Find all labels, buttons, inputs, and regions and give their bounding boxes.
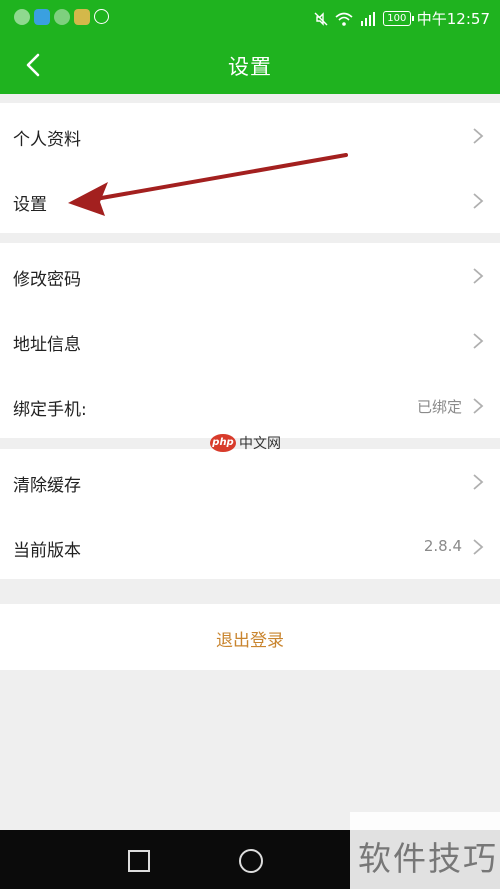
mute-icon <box>314 11 328 26</box>
row-change-password[interactable]: 修改密码 <box>0 243 500 308</box>
row-label: 清除缓存 <box>13 476 81 496</box>
notification-icons <box>14 9 109 25</box>
watermark-php: php 中文网 <box>210 433 281 453</box>
row-label: 当前版本 <box>13 541 81 561</box>
wifi-icon <box>335 12 353 26</box>
php-logo: php <box>210 434 236 452</box>
chevron-right-icon <box>473 398 484 414</box>
row-label: 绑定手机: <box>13 400 87 420</box>
app-icon <box>74 9 90 25</box>
navigation-bar: 设置 <box>0 36 500 94</box>
clock: 中午12:57 <box>416 10 490 28</box>
row-current-version[interactable]: 当前版本 2.8.4 <box>0 514 500 579</box>
watermark-text: 中文网 <box>239 436 281 452</box>
version-value: 2.8.4 <box>423 537 462 555</box>
watermark-corner: 软件技巧 <box>350 812 500 889</box>
row-label: 设置 <box>13 195 47 215</box>
browser-icon <box>34 9 50 25</box>
chevron-right-icon <box>473 474 484 490</box>
signal-icon <box>360 11 375 26</box>
page-title: 设置 <box>228 55 272 79</box>
sync-icon <box>94 9 109 24</box>
chevron-right-icon <box>473 128 484 144</box>
wechat-icon <box>54 9 70 25</box>
row-bind-phone[interactable]: 绑定手机: 已绑定 <box>0 373 500 438</box>
row-label: 地址信息 <box>13 335 81 355</box>
row-label: 个人资料 <box>13 130 81 150</box>
home-icon[interactable] <box>239 849 263 873</box>
settings-group-app: 清除缓存 当前版本 2.8.4 <box>0 449 500 579</box>
row-label: 修改密码 <box>13 270 81 290</box>
chat-bubble-icon <box>14 9 30 25</box>
row-clear-cache[interactable]: 清除缓存 <box>0 449 500 514</box>
battery-icon: 100 <box>382 11 414 26</box>
logout-label: 退出登录 <box>216 631 284 651</box>
row-address-info[interactable]: 地址信息 <box>0 308 500 373</box>
watermark-corner-text: 软件技巧 <box>358 839 498 878</box>
settings-group-account: 修改密码 地址信息 绑定手机: 已绑定 <box>0 243 500 438</box>
logout-button[interactable]: 退出登录 <box>0 604 500 670</box>
chevron-right-icon <box>473 193 484 209</box>
system-status: 100 中午12:57 <box>313 8 490 29</box>
chevron-right-icon <box>473 333 484 349</box>
status-bar: 100 中午12:57 <box>0 0 500 36</box>
recent-apps-icon[interactable] <box>128 850 150 872</box>
annotation-arrow-icon <box>68 153 348 216</box>
chevron-right-icon <box>473 268 484 284</box>
bind-status-value: 已绑定 <box>416 398 462 416</box>
chevron-right-icon <box>473 539 484 555</box>
